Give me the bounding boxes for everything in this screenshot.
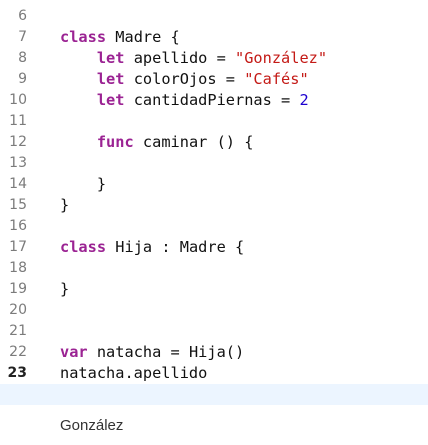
line-number: 19 [9, 281, 27, 297]
code-text: } [60, 279, 69, 300]
line-number: 21 [9, 323, 27, 339]
code-text: var natacha = Hija() [60, 342, 244, 363]
code-text: let colorOjos = "Cafés" [60, 69, 309, 90]
string-token: "González" [235, 49, 328, 67]
code-text: class Hija : Madre { [60, 237, 244, 258]
line-number: 11 [9, 113, 27, 129]
keyword-token: let [96, 70, 125, 88]
code-text: let cantidadPiernas = 2 [60, 90, 309, 111]
code-token: apellido = [124, 49, 235, 67]
line-number: 6 [18, 8, 27, 24]
line-number: 7 [18, 29, 27, 45]
code-token: natacha.apellido [60, 364, 208, 382]
keyword-token: func [96, 133, 134, 151]
keyword-token: var [60, 343, 88, 361]
code-line[interactable]: 20 [0, 300, 428, 321]
code-line[interactable]: 10 let cantidadPiernas = 2 [0, 90, 428, 111]
code-text: } [60, 195, 69, 216]
code-line[interactable]: 12 func caminar () { [0, 132, 428, 153]
code-text: let apellido = "González" [60, 48, 327, 69]
code-line[interactable]: 13 [0, 153, 428, 174]
keyword-token: class [60, 238, 107, 256]
line-number: 13 [9, 155, 27, 171]
string-token: "Cafés" [244, 70, 309, 88]
code-text: natacha.apellido [60, 363, 207, 384]
number-token: 2 [299, 91, 309, 109]
line-number: 14 [9, 176, 27, 192]
code-token: Hija : Madre { [106, 238, 245, 256]
code-line[interactable]: 19 } [0, 279, 428, 300]
line-number-active: 23 [7, 365, 27, 381]
line-number: 15 [9, 197, 27, 213]
code-token: natacha = Hija() [87, 343, 245, 361]
code-text: func caminar () { [60, 132, 254, 153]
code-line[interactable]: 8 let apellido = "González" [0, 48, 428, 69]
keyword-token: let [96, 91, 125, 109]
code-token: caminar () { [133, 133, 254, 151]
code-token: } [96, 175, 107, 193]
code-line[interactable]: 11 [0, 111, 428, 132]
line-number: 9 [18, 71, 27, 87]
line-number: 12 [9, 134, 27, 150]
code-line[interactable]: 22 var natacha = Hija() [0, 342, 428, 363]
current-line-highlight [0, 384, 428, 405]
line-number: 17 [9, 239, 27, 255]
line-number: 10 [9, 92, 27, 108]
code-line[interactable]: 6 [0, 6, 428, 27]
code-text: class Madre { [60, 27, 180, 48]
code-token: Madre { [106, 28, 180, 46]
result-output: González [60, 417, 124, 434]
keyword-token: class [60, 28, 107, 46]
code-token: } [60, 280, 70, 298]
code-editor[interactable]: 6 7 class Madre { 8 let apellido = "Gonz… [0, 0, 428, 445]
line-number: 18 [9, 260, 27, 276]
keyword-token: let [96, 49, 125, 67]
line-number: 20 [9, 302, 27, 318]
code-token: colorOjos = [124, 70, 245, 88]
code-line[interactable]: 18 [0, 258, 428, 279]
code-line[interactable]: 21 [0, 321, 428, 342]
line-number: 22 [9, 344, 27, 360]
code-line[interactable]: 9 let colorOjos = "Cafés" [0, 69, 428, 90]
code-line[interactable]: 16 [0, 216, 428, 237]
code-token: } [60, 196, 70, 214]
code-token: cantidadPiernas = [124, 91, 300, 109]
code-line[interactable]: 14 } [0, 174, 428, 195]
code-text: } [60, 174, 106, 195]
code-line[interactable]: 17 class Hija : Madre { [0, 237, 428, 258]
line-number: 8 [18, 50, 27, 66]
line-number: 16 [9, 218, 27, 234]
code-line[interactable]: 7 class Madre { [0, 27, 428, 48]
code-line[interactable]: 15 } [0, 195, 428, 216]
code-line-current[interactable]: 23 natacha.apellido [0, 363, 428, 384]
